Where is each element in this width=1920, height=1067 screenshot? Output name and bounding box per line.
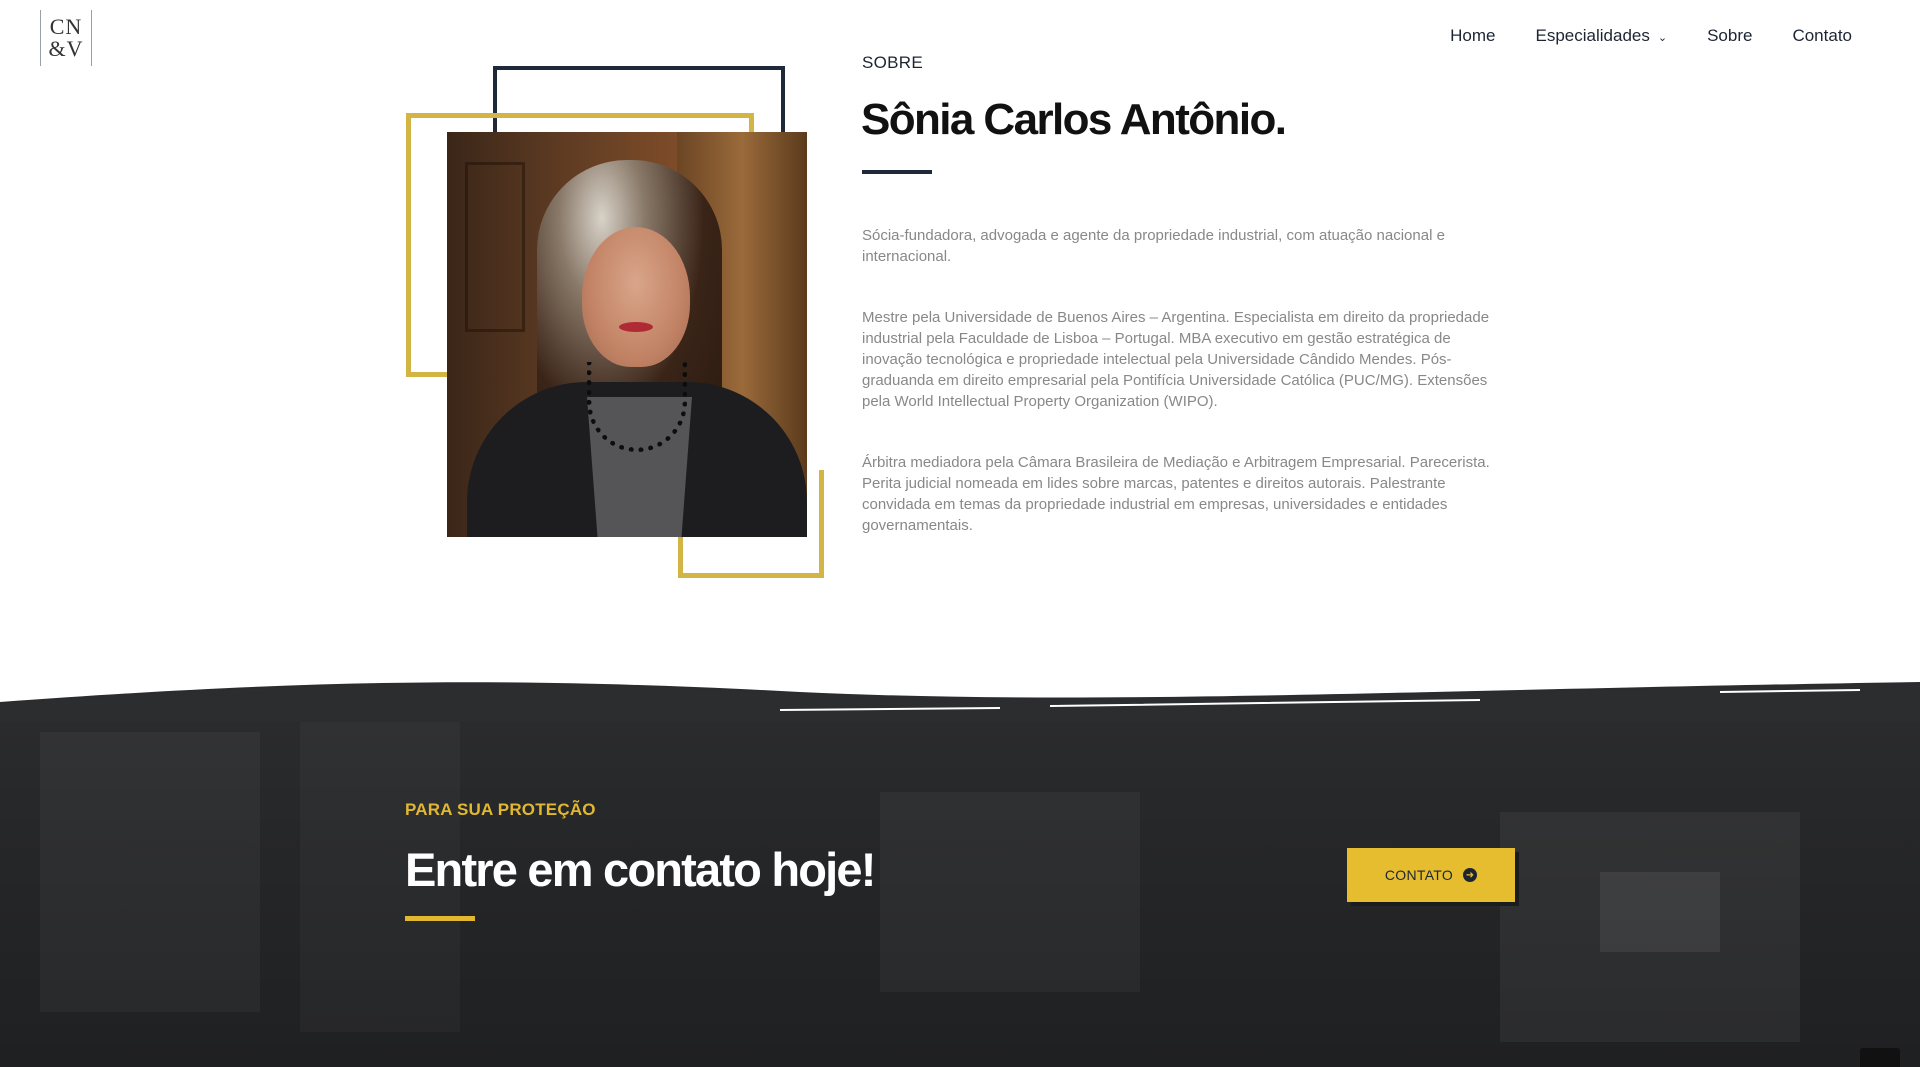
nav-item-label: Sobre [1707,26,1753,45]
nav-item-label: Especialidades [1535,26,1650,45]
cta-eyebrow: PARA SUA PROTEÇÃO [405,800,596,819]
brush-wave-divider [0,662,1920,722]
arrow-circle-right-icon: ➜ [1463,868,1478,882]
page-title: Sônia Carlos Antônio. [861,95,1287,144]
main-nav: Home Especialidades ⌄ Sobre Contato [1450,26,1852,46]
bio-paragraph-2: Mestre pela Universidade de Buenos Aires… [862,309,1490,410]
logo-line-2: &V [48,36,84,61]
title-underline [862,170,932,174]
portrait-photo [447,132,807,537]
bio-paragraph-1: Sócia-fundadora, advogada e agente da pr… [862,227,1445,265]
scroll-to-top-button[interactable] [1860,1048,1900,1067]
bio-paragraph-3: Árbitra mediadora pela Câmara Brasileira… [862,454,1490,534]
logo-line-1: CN [49,14,83,39]
contact-button-label: CONTATO [1384,867,1454,883]
logo[interactable]: CN &V [40,10,92,66]
nav-item-label: Contato [1792,26,1852,45]
nav-item-home[interactable]: Home [1450,26,1495,46]
nav-item-contato[interactable]: Contato [1792,26,1852,46]
contact-button[interactable]: CONTATO ➜ [1347,848,1515,902]
cta-background [0,672,1920,1067]
cta-title: Entre em contato hoje! [405,843,876,896]
cta-title-underline [405,916,475,921]
chevron-down-icon: ⌄ [1657,31,1668,44]
nav-item-sobre[interactable]: Sobre [1707,26,1752,46]
nav-item-especialidades[interactable]: Especialidades ⌄ [1536,26,1668,46]
nav-item-label: Home [1450,26,1496,45]
section-eyebrow: SOBRE [862,53,924,72]
